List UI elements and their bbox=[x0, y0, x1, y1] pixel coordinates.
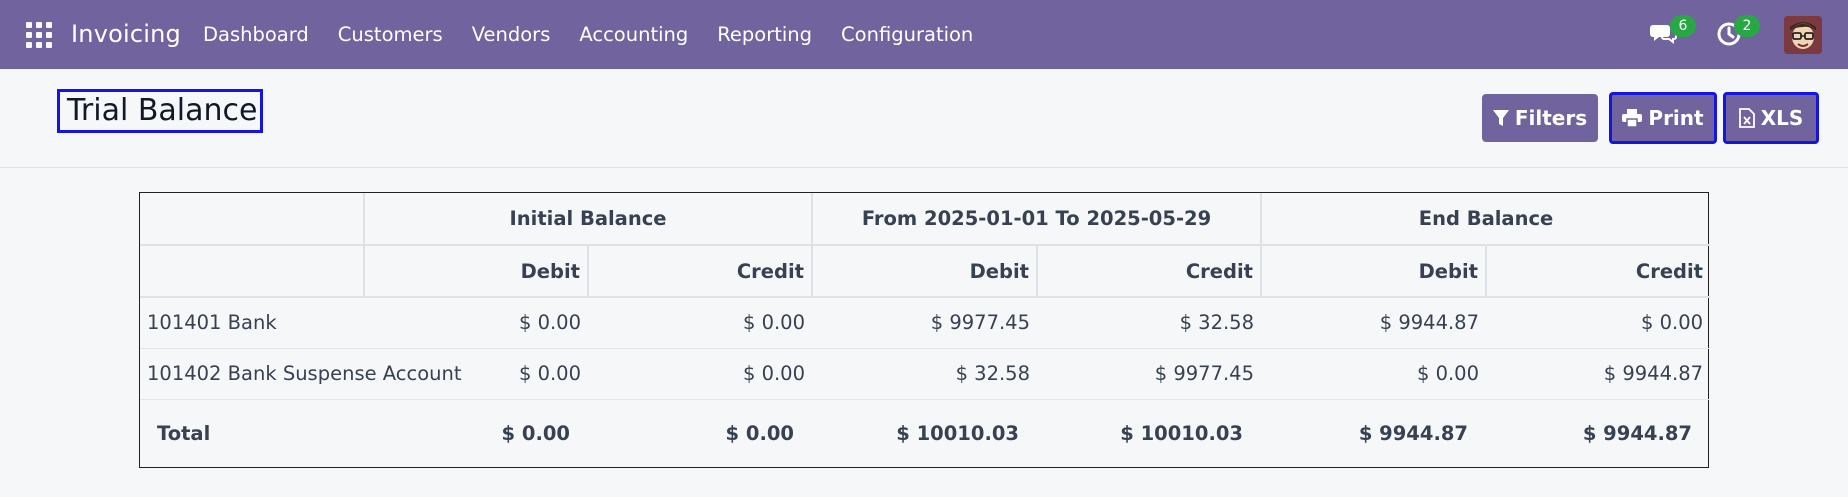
cell-value: $ 9944.87 bbox=[1261, 297, 1486, 349]
trial-balance-table: Initial Balance From 2025-01-01 To 2025-… bbox=[139, 192, 1711, 468]
total-value: $ 10010.03 bbox=[896, 421, 1019, 445]
total-row: Total $ 0.00 $ 0.00 $ 10010.03 $ 10010.0… bbox=[140, 399, 1710, 467]
menu-vendors[interactable]: Vendors bbox=[472, 23, 551, 46]
cell-value: $ 9977.45 bbox=[1037, 348, 1261, 400]
table-row[interactable]: 101402 Bank Suspense Account $ 0.00 $ 0.… bbox=[140, 348, 1711, 400]
printer-icon bbox=[1622, 109, 1643, 127]
filters-button[interactable]: Filters bbox=[1482, 94, 1598, 142]
total-value: $ 0.00 bbox=[725, 421, 794, 445]
page-title: Trial Balance bbox=[57, 89, 263, 133]
col-header-debit: Debit bbox=[811, 245, 1037, 298]
account-name[interactable]: 101401 Bank bbox=[140, 297, 364, 349]
cell-value: $ 9944.87 bbox=[1486, 348, 1711, 400]
apps-grid-icon[interactable] bbox=[26, 22, 52, 48]
filter-icon bbox=[1492, 110, 1509, 126]
main-menu: Dashboard Customers Vendors Accounting R… bbox=[203, 0, 1002, 69]
col-header-credit: Credit bbox=[1484, 245, 1711, 298]
excel-file-icon bbox=[1738, 108, 1755, 128]
cell-value: $ 0.00 bbox=[1261, 348, 1486, 400]
xls-button[interactable]: XLS bbox=[1723, 92, 1819, 144]
empty-header bbox=[140, 193, 364, 246]
user-avatar[interactable] bbox=[1784, 16, 1822, 54]
table-row[interactable]: 101401 Bank $ 0.00 $ 0.00 $ 9977.45 $ 32… bbox=[140, 297, 1711, 349]
col-header-debit: Debit bbox=[1260, 245, 1486, 298]
cell-value: $ 0.00 bbox=[588, 297, 812, 349]
total-value: $ 9944.87 bbox=[1582, 421, 1693, 445]
menu-customers[interactable]: Customers bbox=[338, 23, 443, 46]
total-label: Total bbox=[157, 421, 211, 445]
total-value: $ 10010.03 bbox=[1120, 421, 1243, 445]
group-header-period: From 2025-01-01 To 2025-05-29 bbox=[811, 193, 1261, 246]
group-header-initial: Initial Balance bbox=[363, 193, 812, 246]
cell-value: $ 0.00 bbox=[588, 348, 812, 400]
print-label: Print bbox=[1648, 106, 1704, 130]
print-button[interactable]: Print bbox=[1609, 92, 1717, 144]
top-navbar: Invoicing Dashboard Customers Vendors Ac… bbox=[0, 0, 1848, 69]
cell-value: $ 0.00 bbox=[1486, 297, 1711, 349]
menu-configuration[interactable]: Configuration bbox=[841, 23, 973, 46]
cell-value: $ 32.58 bbox=[812, 348, 1037, 400]
empty-header bbox=[140, 245, 364, 298]
column-header-row: Debit Credit Debit Credit Debit Credit bbox=[140, 245, 1711, 298]
group-header-end: End Balance bbox=[1259, 193, 1711, 246]
menu-accounting[interactable]: Accounting bbox=[579, 23, 688, 46]
total-value: $ 9944.87 bbox=[1358, 421, 1468, 445]
col-header-credit: Credit bbox=[1036, 245, 1261, 298]
cell-value: $ 0.00 bbox=[364, 297, 588, 349]
total-value: $ 0.00 bbox=[501, 421, 570, 445]
account-name[interactable]: 101402 Bank Suspense Account bbox=[140, 348, 462, 400]
menu-dashboard[interactable]: Dashboard bbox=[203, 23, 309, 46]
messages-badge: 6 bbox=[1670, 15, 1696, 37]
cell-value: $ 32.58 bbox=[1037, 297, 1261, 349]
filters-label: Filters bbox=[1514, 106, 1588, 130]
app-name[interactable]: Invoicing bbox=[71, 0, 181, 69]
menu-reporting[interactable]: Reporting bbox=[717, 23, 812, 46]
col-header-credit: Credit bbox=[587, 245, 812, 298]
activities-badge: 2 bbox=[1734, 15, 1760, 37]
col-header-debit: Debit bbox=[363, 245, 588, 298]
xls-label: XLS bbox=[1760, 106, 1804, 130]
group-header-row: Initial Balance From 2025-01-01 To 2025-… bbox=[140, 193, 1711, 246]
cell-value: $ 9977.45 bbox=[812, 297, 1037, 349]
